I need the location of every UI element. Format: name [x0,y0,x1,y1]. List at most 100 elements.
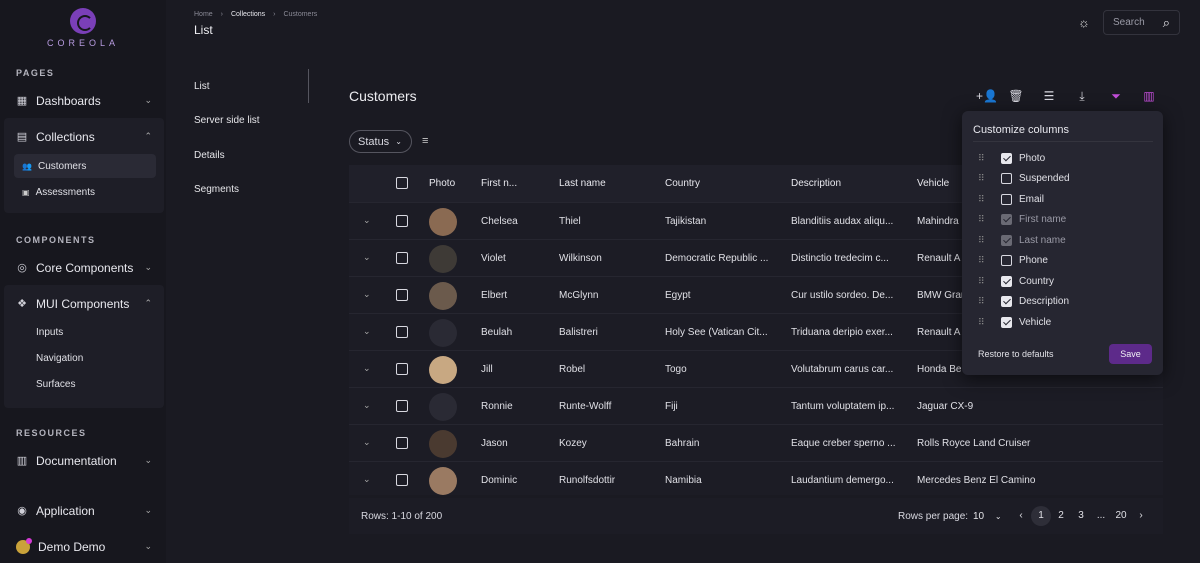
page-3-button[interactable]: 3 [1071,506,1091,526]
table-row[interactable]: ⌄ Ronnie Runte-Wolff Fiji Tantum voluptatem … [349,387,1163,424]
sidebar-item-label: Collections [36,130,95,144]
subnav-details[interactable]: Details [194,150,225,161]
sidebar-item-navigation[interactable]: Navigation [36,353,83,364]
search-button[interactable]: Search ⌕ [1103,10,1180,35]
column-header-first-name[interactable]: First n... [481,178,517,189]
drag-handle-icon[interactable]: ⠿ [978,235,986,246]
row-checkbox[interactable] [396,252,408,264]
sidebar-item-documentation[interactable]: ▥ Documentation ⌄ [8,448,158,474]
column-checkbox[interactable] [1001,275,1012,287]
columns-icon[interactable]: ▥ [1141,89,1157,103]
sidebar-item-assessments[interactable]: ▣ Assessments [14,180,156,204]
row-checkbox[interactable] [396,326,408,338]
column-option[interactable]: ⠿ Last name [978,232,1066,248]
column-option[interactable]: ⠿ Photo [978,150,1045,166]
subnav-segments[interactable]: Segments [194,184,239,195]
row-checkbox[interactable] [396,400,408,412]
cell-country: Namibia [665,475,702,486]
page-2-button[interactable]: 2 [1051,506,1071,526]
expand-row-icon[interactable]: ⌄ [363,326,371,337]
sort-icon[interactable]: ≡ [422,135,428,147]
column-checkbox[interactable] [1001,173,1012,184]
drag-handle-icon[interactable]: ⠿ [978,194,986,205]
column-header-country[interactable]: Country [665,178,700,189]
expand-row-icon[interactable]: ⌄ [363,289,371,300]
save-button[interactable]: Save [1109,344,1152,364]
filter-icon[interactable]: ⏷ [1108,89,1124,103]
expand-row-icon[interactable]: ⌄ [363,252,371,263]
column-option[interactable]: ⠿ First name [978,212,1066,228]
sidebar-item-label: Application [36,504,95,518]
drag-handle-icon[interactable]: ⠿ [978,214,986,225]
avatar [429,245,457,273]
column-checkbox[interactable] [1001,316,1012,328]
column-header-last-name[interactable]: Last name [559,178,606,189]
breadcrumb-collections[interactable]: Collections [231,11,265,18]
sun-icon[interactable]: ☼ [1077,16,1091,30]
select-all-checkbox[interactable] [396,177,408,189]
row-checkbox[interactable] [396,437,408,449]
sidebar-item-collections[interactable]: ▤ Collections ⌃ [8,124,158,150]
restore-defaults-button[interactable]: Restore to defaults [978,349,1054,359]
prev-page-icon[interactable]: ‹ [1011,506,1031,526]
drag-handle-icon[interactable]: ⠿ [978,153,986,164]
sidebar-item-core-components[interactable]: ◎ Core Components ⌄ [8,255,158,281]
sidebar-item-label: Documentation [36,454,117,468]
logo-icon [70,8,96,34]
page-20-button[interactable]: 20 [1111,506,1131,526]
drag-handle-icon[interactable]: ⠿ [978,255,986,266]
add-user-icon[interactable]: +👤 [976,89,998,103]
column-option[interactable]: ⠿ Vehicle [978,314,1051,330]
chevron-down-icon: ⌄ [144,262,152,272]
expand-row-icon[interactable]: ⌄ [363,437,371,448]
column-option[interactable]: ⠿ Country [978,273,1054,289]
column-header-photo[interactable]: Photo [429,178,455,189]
expand-row-icon[interactable]: ⌄ [363,400,371,411]
drag-handle-icon[interactable]: ⠿ [978,296,986,307]
expand-row-icon[interactable]: ⌄ [363,215,371,226]
row-checkbox[interactable] [396,474,408,486]
column-option[interactable]: ⠿ Suspended [978,171,1070,187]
sidebar-item-label: Customers [37,160,87,172]
delete-icon[interactable]: 🗑 [1008,89,1024,103]
column-checkbox[interactable] [1001,193,1012,205]
column-checkbox[interactable] [1001,296,1012,307]
rows-per-page-select[interactable]: 10 ⌄ [973,511,1002,522]
column-checkbox[interactable] [1001,152,1012,164]
drag-handle-icon[interactable]: ⠿ [978,317,986,328]
sidebar-item-surfaces[interactable]: Surfaces [36,379,75,390]
row-checkbox[interactable] [396,289,408,301]
download-icon[interactable]: ⤓ [1074,89,1090,103]
breadcrumb-home[interactable]: Home [194,11,213,18]
table-row[interactable]: ⌄ Jason Kozey Bahrain Eaque creber sperno ..… [349,424,1163,461]
expand-row-icon[interactable]: ⌄ [363,363,371,374]
row-checkbox[interactable] [396,363,408,375]
column-header-description[interactable]: Description [791,178,841,189]
user-menu[interactable]: Demo Demo ⌄ [8,534,158,560]
column-option[interactable]: ⠿ Email [978,191,1044,207]
drag-handle-icon[interactable]: ⠿ [978,173,986,184]
cell-country: Fiji [665,401,678,412]
sidebar-item-inputs[interactable]: Inputs [36,327,63,338]
chevron-down-icon: ⌄ [144,455,152,465]
sidebar-item-customers[interactable]: 👥 Customers [14,154,156,178]
column-option[interactable]: ⠿ Description [978,294,1069,310]
row-checkbox[interactable] [396,215,408,227]
logo[interactable]: COREOLA [0,8,166,48]
column-header-vehicle[interactable]: Vehicle [917,178,949,189]
search-list-icon[interactable]: ☰ [1041,89,1057,103]
table-row[interactable]: ⌄ Dominic Runolfsdottir Namibia Laudantium d… [349,461,1163,495]
sidebar-item-mui-components[interactable]: ❖ MUI Components ⌃ [8,291,158,317]
chevron-right-icon: › [273,11,276,18]
drag-handle-icon[interactable]: ⠿ [978,276,986,287]
sidebar-item-application[interactable]: ◉ Application ⌄ [8,498,158,524]
status-filter[interactable]: Status ⌄ [349,130,412,153]
sidebar-item-dashboards[interactable]: ▦ Dashboards ⌄ [8,88,158,114]
subnav-list[interactable]: List [194,81,210,92]
next-page-icon[interactable]: › [1131,506,1151,526]
subnav-server-side-list[interactable]: Server side list [194,115,260,126]
page-1-button[interactable]: 1 [1031,506,1051,526]
column-checkbox[interactable] [1001,255,1012,266]
column-option[interactable]: ⠿ Phone [978,253,1048,269]
expand-row-icon[interactable]: ⌄ [363,474,371,485]
